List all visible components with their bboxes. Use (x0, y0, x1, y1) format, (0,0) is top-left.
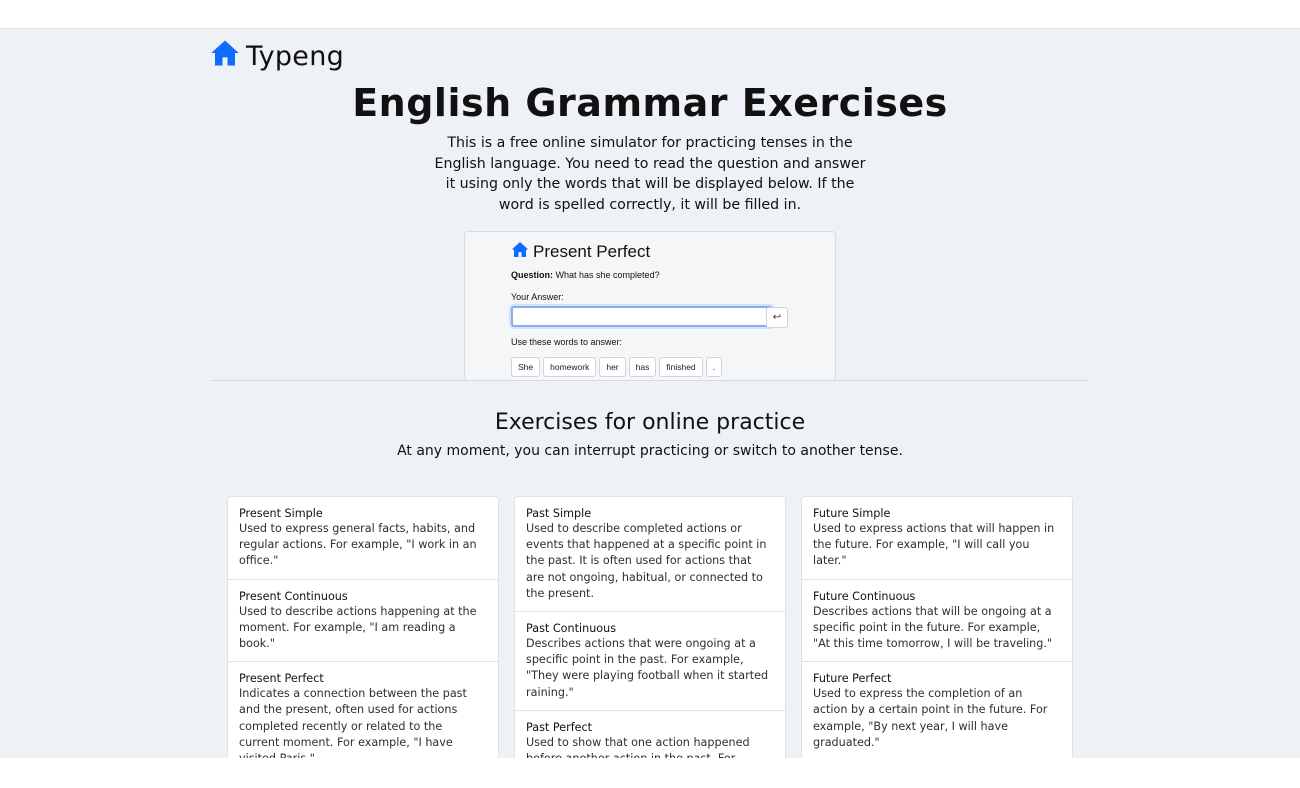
intro-text: This is a free online simulator for prac… (434, 135, 866, 213)
card-description: Used to express actions that will happen… (813, 522, 1055, 568)
house-icon (210, 39, 240, 74)
exercise-card-present-continuous[interactable]: Present Continuous Used to describe acti… (228, 580, 498, 663)
words-hint: Use these words to answer: (511, 337, 623, 347)
enter-icon: ↩ (772, 312, 782, 323)
word-chips: She homework her has finished . (511, 357, 723, 377)
exercise-card-future-perfect[interactable]: Future Perfect Used to express the compl… (802, 662, 1072, 759)
card-title: Past Continuous (526, 622, 617, 636)
brand-link[interactable]: Typeng (210, 39, 344, 74)
exercise-card-past-continuous[interactable]: Past Continuous Describes actions that w… (515, 612, 785, 711)
card-title: Past Perfect (526, 720, 593, 734)
house-icon (511, 241, 529, 263)
question-text: What has she completed? (555, 270, 660, 280)
card-title: Future Simple (813, 507, 891, 520)
exercise-card-present-simple[interactable]: Present Simple Used to express general f… (228, 497, 498, 580)
preview-title-text: Present Perfect (533, 242, 651, 261)
card-description: Used to express general facts, habits, a… (239, 522, 477, 568)
card-description: Indicates a connection between the past … (239, 687, 467, 759)
card-description: Used to express the completion of an act… (813, 687, 1048, 749)
submit-button[interactable]: ↩ (766, 307, 788, 328)
brand-name: Typeng (246, 41, 345, 72)
preview-title: Present Perfect (511, 241, 650, 263)
card-description: Used to describe completed actions or ev… (526, 522, 767, 600)
exercises-subtitle: At any moment, you can interrupt practic… (397, 443, 903, 459)
preview-question: Question: What has she completed? (511, 270, 660, 280)
exercise-card-present-perfect[interactable]: Present Perfect Indicates a connection b… (228, 662, 498, 759)
exercise-preview: Present Perfect Question: What has she c… (464, 231, 836, 381)
answer-input[interactable] (511, 306, 773, 327)
card-description: Used to show that one action happened be… (526, 735, 750, 759)
card-title: Future Continuous (813, 589, 916, 603)
card-description: Describes actions that were ongoing at a… (526, 637, 769, 699)
future-tenses-column: Future Simple Used to express actions th… (801, 496, 1073, 759)
card-title: Present Simple (239, 507, 323, 520)
word-chip[interactable]: finished (659, 357, 703, 377)
divider (210, 380, 1088, 381)
card-title: Present Continuous (239, 589, 348, 603)
word-chip[interactable]: has (628, 357, 657, 377)
answer-label: Your Answer: (511, 292, 564, 302)
page-title: English Grammar Exercises (352, 81, 948, 125)
exercise-card-past-perfect[interactable]: Past Perfect Used to show that one actio… (515, 711, 785, 759)
word-chip[interactable]: her (599, 357, 626, 377)
card-title: Past Simple (526, 507, 592, 520)
exercise-card-past-simple[interactable]: Past Simple Used to describe completed a… (515, 497, 785, 613)
page: Typeng English Grammar Exercises This is… (0, 28, 1300, 759)
card-description: Describes actions that will be ongoing a… (813, 604, 1053, 651)
card-description: Used to describe actions happening at th… (239, 604, 477, 651)
word-chip[interactable]: homework (543, 357, 597, 377)
viewport-bottom (0, 758, 1300, 788)
past-tenses-column: Past Simple Used to describe completed a… (514, 496, 786, 759)
word-chip[interactable]: . (705, 357, 723, 377)
exercise-card-future-simple[interactable]: Future Simple Used to express actions th… (802, 497, 1072, 580)
card-title: Future Perfect (813, 672, 892, 686)
word-chip[interactable]: She (511, 357, 541, 377)
exercise-card-future-continuous[interactable]: Future Continuous Describes actions that… (802, 580, 1072, 663)
present-tenses-column: Present Simple Used to express general f… (227, 496, 499, 759)
card-title: Present Perfect (239, 672, 324, 686)
exercises-title: Exercises for online practice (494, 410, 806, 435)
question-label: Question: (511, 270, 553, 280)
